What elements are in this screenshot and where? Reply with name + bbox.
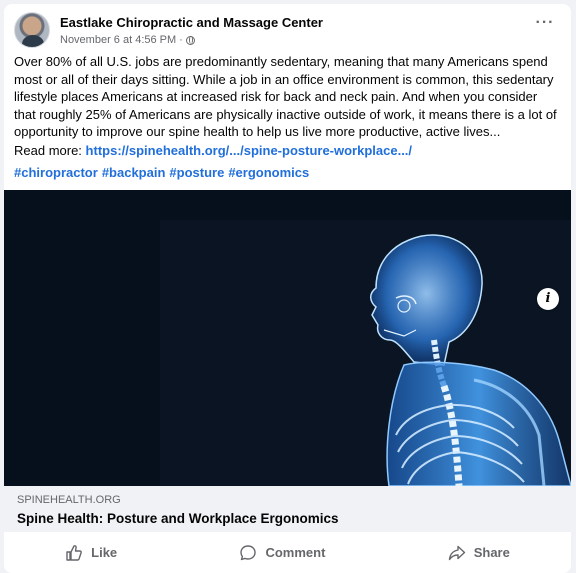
like-thumb-icon [66, 544, 83, 561]
read-more-line: Read more: https://spinehealth.org/.../s… [14, 143, 412, 158]
link-preview-domain: SPINEHEALTH.ORG [17, 494, 121, 506]
comment-label: Comment [265, 545, 326, 560]
more-options-button[interactable]: ··· [533, 15, 557, 36]
skeleton-illustration [370, 234, 571, 486]
post-actions-bar: Like Comment Share [4, 532, 571, 573]
hashtag-ergonomics[interactable]: #ergonomics [228, 165, 309, 180]
hashtag-chiropractor[interactable]: #chiropractor [14, 165, 98, 180]
post-meta: November 6 at 4:56 PM · [60, 34, 195, 46]
post-card: Eastlake Chiropractic and Massage Center… [4, 4, 571, 573]
meta-separator: · [179, 34, 183, 46]
page-name[interactable]: Eastlake Chiropractic and Massage Center [60, 15, 323, 30]
link-preview-title[interactable]: Spine Health: Posture and Workplace Ergo… [17, 511, 339, 526]
link-preview-image[interactable] [4, 190, 571, 486]
share-button[interactable]: Share [448, 544, 510, 562]
hashtag-backpain[interactable]: #backpain [102, 165, 166, 180]
page-avatar[interactable] [14, 12, 50, 48]
post-header: Eastlake Chiropractic and Massage Center… [14, 12, 561, 52]
share-arrow-icon [448, 545, 465, 560]
post-body: Over 80% of all U.S. jobs are predominan… [14, 54, 557, 139]
like-button[interactable]: Like [65, 544, 117, 562]
info-button[interactable]: i [537, 288, 559, 310]
read-more-link[interactable]: https://spinehealth.org/.../spine-postur… [86, 143, 413, 158]
like-label: Like [91, 545, 118, 560]
comment-bubble-icon [240, 544, 257, 560]
read-more-label: Read more: [14, 143, 82, 158]
post-timestamp[interactable]: November 6 at 4:56 PM [60, 34, 176, 46]
globe-icon[interactable] [185, 35, 195, 45]
hashtag-posture[interactable]: #posture [169, 165, 224, 180]
share-label: Share [473, 545, 510, 560]
link-preview-caption[interactable]: SPINEHEALTH.ORG Spine Health: Posture an… [4, 486, 571, 532]
comment-button[interactable]: Comment [239, 544, 325, 562]
hashtag-list: #chiropractor #backpain #posture #ergono… [14, 165, 309, 180]
